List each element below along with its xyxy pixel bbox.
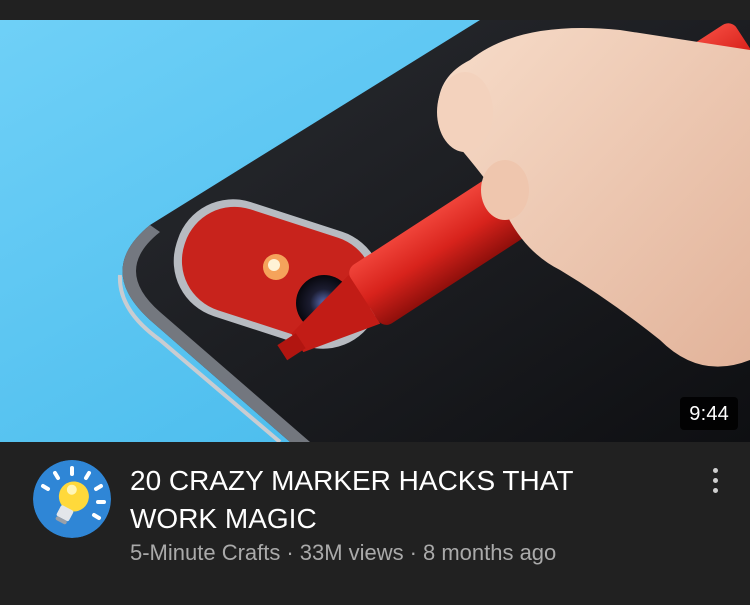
more-options-button[interactable] xyxy=(700,460,730,500)
lightbulb-icon xyxy=(33,460,111,538)
upload-age: 8 months ago xyxy=(422,540,557,565)
video-thumbnail[interactable]: 9:44 xyxy=(0,20,750,442)
channel-avatar[interactable] xyxy=(33,460,111,538)
video-duration: 9:44 xyxy=(680,397,738,430)
more-vert-icon xyxy=(712,487,718,493)
more-vert-icon xyxy=(712,477,718,483)
view-count: 33M views xyxy=(299,540,404,565)
thumbnail-image xyxy=(0,20,750,442)
channel-name[interactable]: 5-Minute Crafts xyxy=(130,540,280,565)
more-vert-icon xyxy=(712,467,718,473)
video-title[interactable]: 20 CRAZY MARKER HACKS THAT WORK MAGIC xyxy=(130,462,650,538)
meta-separator: · xyxy=(409,540,417,565)
video-metadata: 5-Minute Crafts · 33M views · 8 months ago xyxy=(130,540,690,566)
meta-separator: · xyxy=(286,540,294,565)
video-card[interactable]: 9:44 20 CRAZY MARKER HACKS THAT WORK MAG… xyxy=(0,0,750,605)
video-info: 20 CRAZY MARKER HACKS THAT WORK MAGIC 5-… xyxy=(0,442,750,605)
